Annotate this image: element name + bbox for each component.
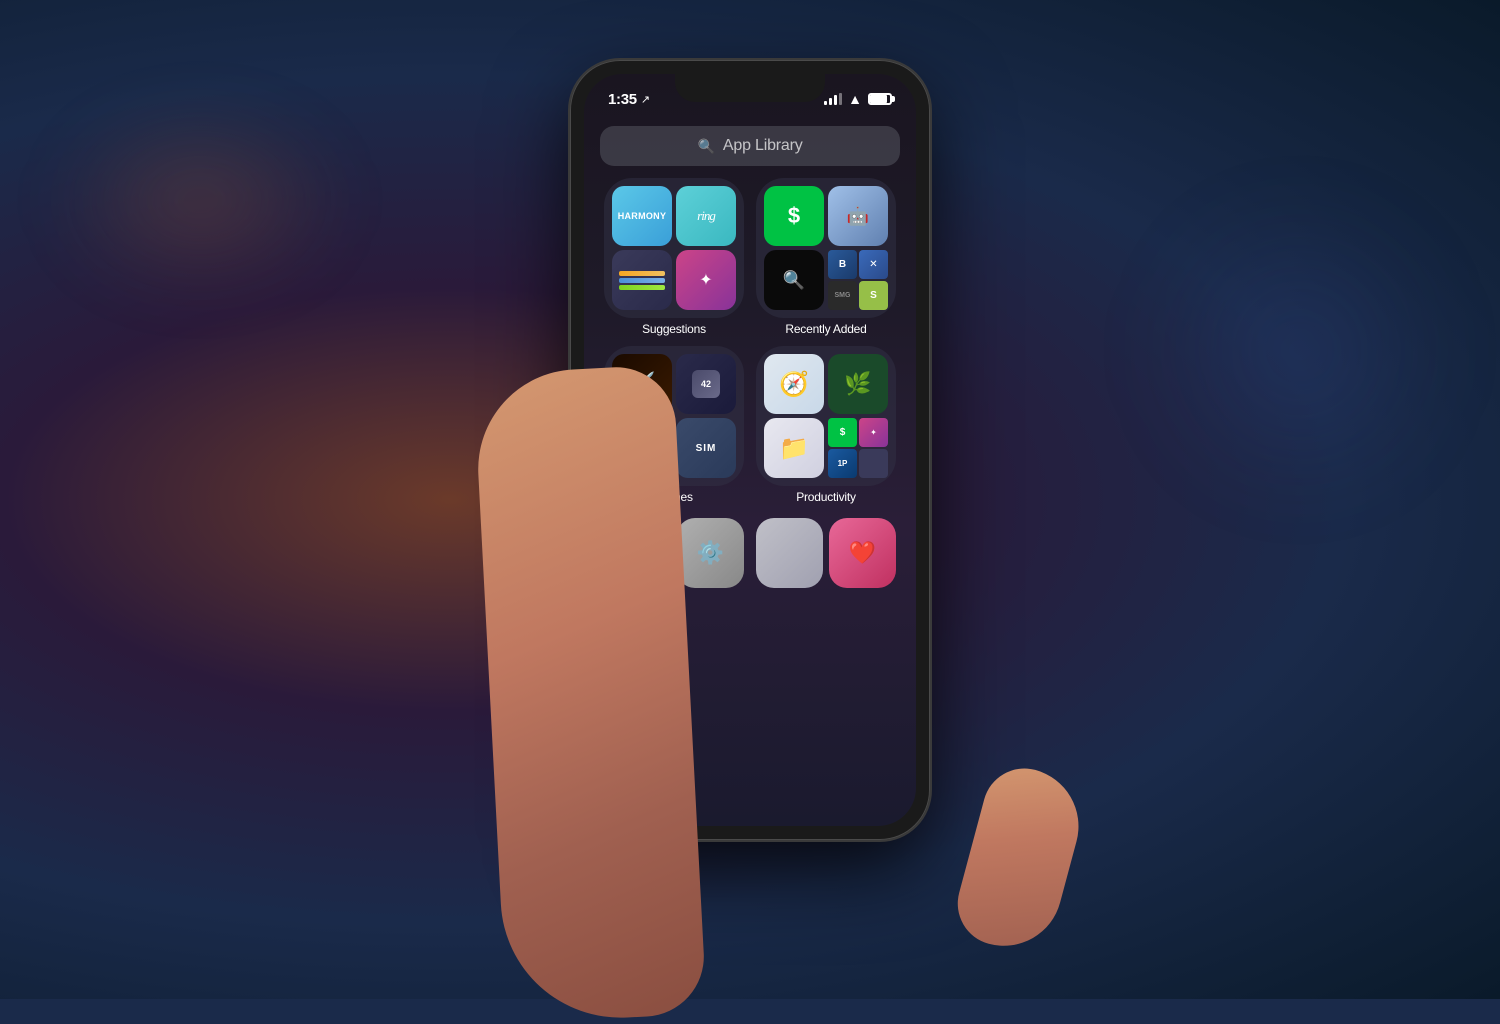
app-extra-mini[interactable] [859,449,888,478]
bg-blur-2 [1150,200,1450,500]
app-bot[interactable]: 🤖 [828,186,888,246]
app-gray-partial[interactable] [756,518,823,588]
app-nova-swirl[interactable]: ✦ [676,250,736,310]
app-smg-mini[interactable]: SMG [828,281,857,310]
hand-right-thumb [948,759,1091,959]
folder-suggestions-label: Suggestions [642,322,706,336]
folder-productivity[interactable]: 🧭 🌿 📁 $ [756,346,896,504]
scene: 1:35 ↗ ▲ 🔍 [0,0,1500,999]
app-mini-grid: B ✕ SMG S [828,250,888,310]
app-robinhood[interactable]: 🌿 [828,354,888,414]
app-pink-partial[interactable]: ❤️ [829,518,896,588]
app-gear-partial[interactable]: ⚙️ [677,518,744,588]
notch [675,74,825,102]
bg-blur-1 [50,100,350,300]
app-dice42[interactable]: 42 [676,354,736,414]
folder-productivity-grid: 🧭 🌿 📁 $ [756,346,896,486]
app-files[interactable]: 📁 [764,418,824,478]
search-icon: 🔍 [697,138,714,155]
app-ring[interactable]: ring [676,186,736,246]
search-bar[interactable]: 🔍 App Library [600,126,900,166]
location-icon: ↗ [641,93,650,106]
battery-icon [868,93,892,105]
status-icons: ▲ [824,91,892,107]
bottom-row-right: ❤️ [756,518,896,588]
status-time: 1:35 [608,91,637,108]
folder-productivity-label: Productivity [796,490,856,504]
folder-recently-added[interactable]: $ 🤖 🔍 B [756,178,896,336]
app-harmony[interactable]: HARMONY [612,186,672,246]
app-sim[interactable]: SIM [676,418,736,478]
folder-recently-added-label: Recently Added [785,322,866,336]
wifi-icon: ▲ [848,91,862,107]
battery-fill [870,95,887,103]
app-row-1: HARMONY ring [600,178,900,336]
app-1pass-mini[interactable]: 1P [828,449,857,478]
app-b-mini[interactable]: B [828,250,857,279]
folder-suggestions[interactable]: HARMONY ring [604,178,744,336]
folder-bottom-right[interactable]: ❤️ [756,518,896,588]
app-wallet[interactable] [612,250,672,310]
app-shopify-mini[interactable]: S [859,281,888,310]
folder-recently-added-grid: $ 🤖 🔍 B [756,178,896,318]
app-cashapp[interactable]: $ [764,186,824,246]
app-safari[interactable]: 🧭 [764,354,824,414]
app-magnify[interactable]: 🔍 [764,250,824,310]
app-x-mini[interactable]: ✕ [859,250,888,279]
app-nova2-mini[interactable]: ✦ [859,418,888,447]
search-placeholder: App Library [723,137,803,155]
signal-icon [824,93,842,105]
folder-suggestions-grid: HARMONY ring [604,178,744,318]
productivity-mini-grid: $ ✦ 1P [828,418,888,478]
app-cash2-mini[interactable]: $ [828,418,857,447]
hand-left [473,364,707,1024]
